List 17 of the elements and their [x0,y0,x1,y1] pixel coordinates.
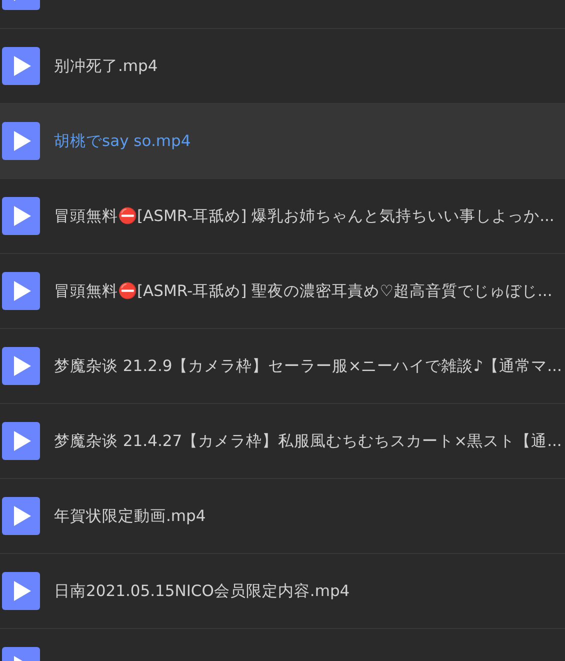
file-name: 冒頭無料⛔[ASMR-耳舐め] 聖夜の濃密耳責め♡超高音質でじゅぼじ... [54,280,552,302]
video-play-icon [2,272,40,310]
video-play-icon [2,347,40,385]
video-play-icon [2,197,40,235]
video-play-icon [2,422,40,460]
file-name: 日南2021.05.15NICO会员限定内容.mp4 [54,580,350,602]
video-play-icon [2,572,40,610]
file-name: 年賀状限定動画.mp4 [54,506,206,526]
file-name: 别冲死了.mp4 [54,56,158,76]
file-name: 梦魔杂谈 21.4.27【カメラ枠】私服風むちむちスカート×黒スト【通... [54,430,562,452]
file-name: 梦魔杂谈 21.2.9【カメラ枠】セーラー服×ニーハイで雑談♪【通常マ... [54,356,562,376]
video-play-icon [2,497,40,535]
file-name: 胡桃でsay so.mp4 [54,130,191,152]
video-play-icon [2,122,40,160]
file-name: 冒頭無料⛔[ASMR-耳舐め] 爆乳お姉ちゃんと気持ちいい事しよっか... [54,206,554,226]
video-play-icon [2,47,40,85]
file-row[interactable]: 胡桃でsay so.mp4 [0,104,565,179]
